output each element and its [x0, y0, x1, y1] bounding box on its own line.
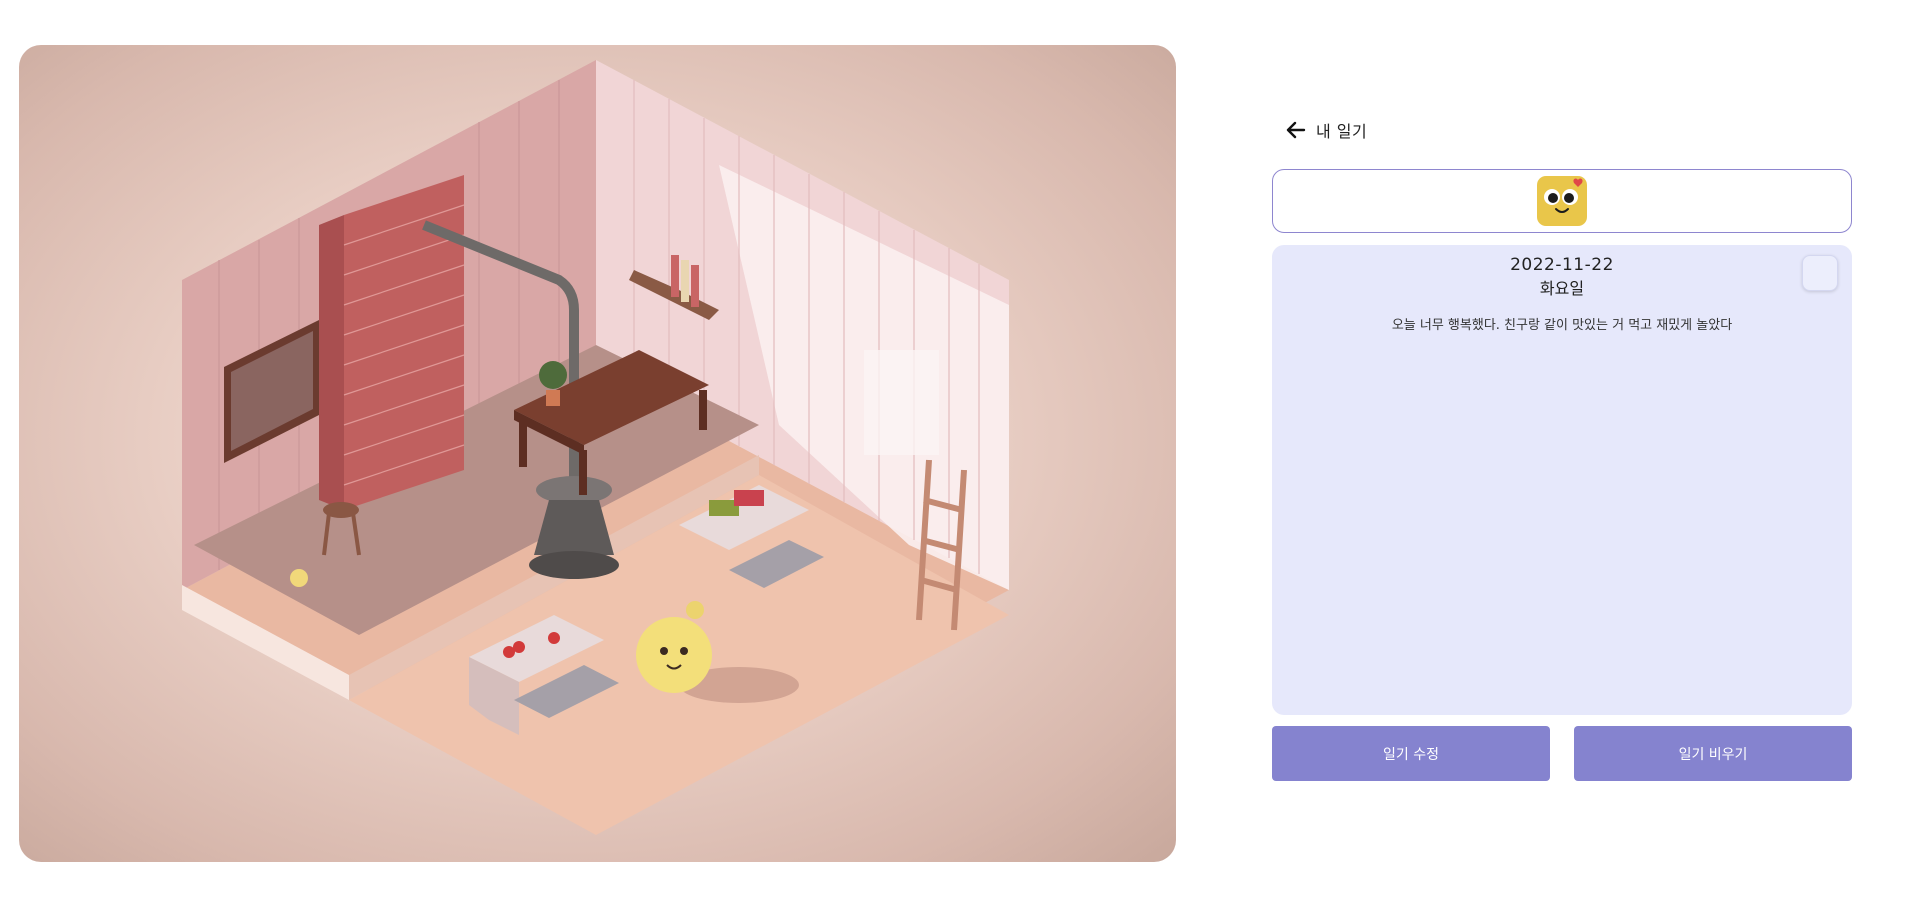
small-figure — [290, 569, 308, 587]
desk-leg — [699, 390, 707, 430]
clear-diary-button[interactable]: 일기 비우기 — [1574, 726, 1852, 781]
yellow-character — [636, 617, 712, 693]
emotion-selector[interactable] — [1272, 169, 1852, 233]
stove-top — [536, 476, 612, 504]
plant-leaves — [539, 361, 567, 389]
plant-pot — [546, 390, 560, 406]
back-label[interactable]: 내 일기 — [1316, 118, 1367, 142]
desk-leg — [519, 417, 527, 467]
apple — [513, 641, 525, 653]
smiling-face-with-heart-icon[interactable] — [1536, 175, 1588, 227]
book — [671, 255, 679, 297]
desk-leg — [579, 450, 587, 495]
diary-card: 2022-11-22 화요일 오늘 너무 행복했다. 친구랑 같이 맛있는 거 … — [1272, 245, 1852, 715]
arrow-left-icon[interactable] — [1284, 118, 1308, 142]
diary-content: 오늘 너무 행복했다. 친구랑 같이 맛있는 거 먹고 재밌게 놀았다 — [1391, 318, 1733, 333]
stove-base — [529, 551, 619, 579]
window — [864, 350, 939, 455]
back-button[interactable]: 내 일기 — [1284, 115, 1367, 145]
room-illustration — [19, 45, 1176, 862]
diary-weekday: 화요일 — [1539, 279, 1585, 298]
book — [681, 260, 689, 302]
diary-panel: 내 일기 2022-11-22 화요일 오늘 너무 행복했다. 친구랑 같이 맛… — [1272, 0, 1852, 900]
apple — [548, 632, 560, 644]
edit-diary-button[interactable]: 일기 수정 — [1272, 726, 1550, 781]
table-books — [734, 490, 764, 506]
diary-date: 2022-11-22 — [1510, 255, 1614, 275]
diary-checkbox[interactable] — [1802, 255, 1838, 291]
brick-chimney-side — [319, 215, 344, 510]
book — [691, 265, 699, 307]
